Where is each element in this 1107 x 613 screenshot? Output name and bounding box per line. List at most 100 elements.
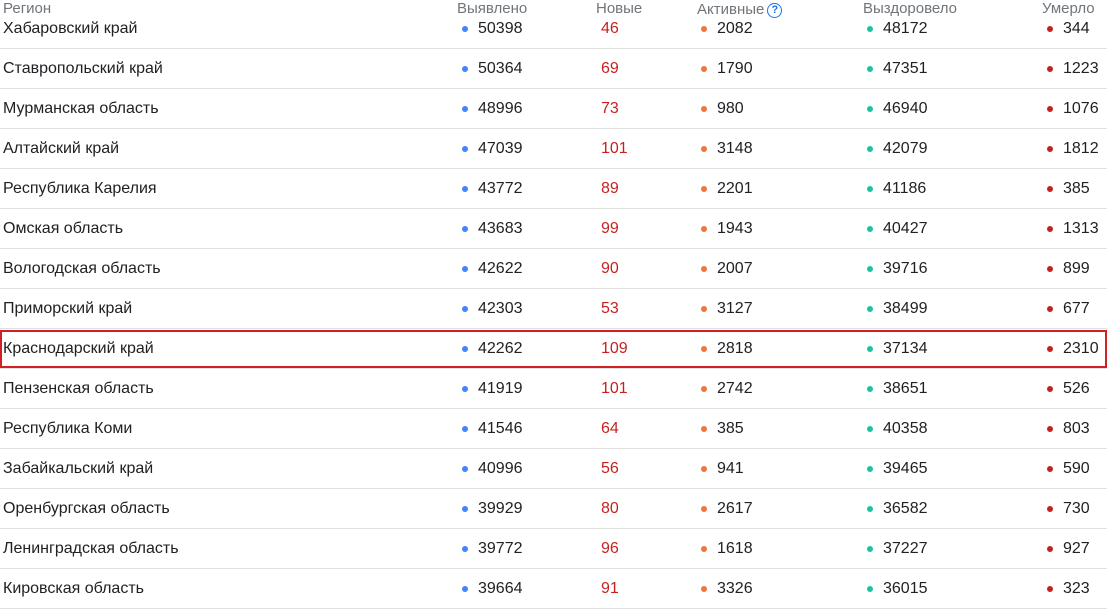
help-icon[interactable]: ? — [767, 2, 783, 18]
active-cell: 1618 — [697, 529, 862, 568]
died-cell: 1076 — [1042, 89, 1107, 128]
active-dot-icon — [701, 225, 707, 232]
detected-dot-icon — [462, 305, 468, 312]
table-row[interactable]: Кировская область 39664 91 3326 36015 323 — [0, 569, 1107, 609]
died-dot-icon — [1047, 185, 1053, 192]
recovered-value: 38651 — [883, 379, 928, 397]
new-cell: 101 — [596, 369, 697, 408]
recovered-dot-icon — [867, 545, 873, 552]
new-cell: 101 — [596, 129, 697, 168]
died-dot-icon — [1047, 585, 1053, 592]
region-name: Омская область — [3, 220, 124, 237]
recovered-dot-icon — [867, 65, 873, 72]
active-value: 3148 — [717, 139, 753, 157]
detected-value: 48996 — [478, 99, 523, 117]
recovered-value: 37227 — [883, 539, 928, 557]
column-header-died[interactable]: Умерло — [1042, 0, 1107, 20]
new-cell: 99 — [596, 209, 697, 248]
died-cell: 1223 — [1042, 49, 1107, 88]
new-cell: 91 — [596, 569, 697, 608]
recovered-dot-icon — [867, 345, 873, 352]
detected-dot-icon — [462, 385, 468, 392]
active-cell: 941 — [697, 449, 862, 488]
detected-cell: 39929 — [455, 489, 596, 528]
table-row[interactable]: Мурманская область 48996 73 980 46940 1076 — [0, 89, 1107, 129]
active-dot-icon — [701, 425, 707, 432]
table-row[interactable]: Приморский край 42303 53 3127 38499 677 — [0, 289, 1107, 329]
died-dot-icon — [1047, 385, 1053, 392]
active-dot-icon — [701, 185, 707, 192]
table-row[interactable]: Омская область 43683 99 1943 40427 1313 — [0, 209, 1107, 249]
died-dot-icon — [1047, 65, 1053, 72]
column-header-active[interactable]: Активные ? — [697, 0, 862, 20]
table-row[interactable]: Забайкальский край 40996 56 941 39465 590 — [0, 449, 1107, 489]
active-value: 2617 — [717, 499, 753, 517]
died-dot-icon — [1047, 545, 1053, 552]
region-name: Вологодская область — [3, 260, 161, 277]
active-cell: 2818 — [697, 329, 862, 368]
detected-value: 40996 — [478, 459, 523, 477]
recovered-dot-icon — [867, 105, 873, 112]
column-header-region[interactable]: Регион — [0, 0, 455, 20]
region-name: Ленинградская область — [3, 540, 179, 557]
region-name: Приморский край — [3, 300, 133, 317]
table-row[interactable]: Оренбургская область 39929 80 2617 36582 730 — [0, 489, 1107, 529]
detected-cell: 39664 — [455, 569, 596, 608]
new-cell: 90 — [596, 249, 697, 288]
new-value: 80 — [601, 500, 619, 517]
table-row[interactable]: Алтайский край 47039 101 3148 42079 1812 — [0, 129, 1107, 169]
active-cell: 3148 — [697, 129, 862, 168]
died-cell: 1313 — [1042, 209, 1107, 248]
table-row[interactable]: Ставропольский край 50364 69 1790 47351 1223 — [0, 49, 1107, 89]
detected-value: 50364 — [478, 59, 523, 77]
detected-dot-icon — [462, 545, 468, 552]
recovered-value: 42079 — [883, 139, 928, 157]
active-dot-icon — [701, 345, 707, 352]
active-dot-icon — [701, 305, 707, 312]
active-dot-icon — [701, 265, 707, 272]
recovered-cell: 39465 — [862, 449, 1042, 488]
active-value: 385 — [717, 419, 744, 437]
table-row[interactable]: Вологодская область 42622 90 2007 39716 899 — [0, 249, 1107, 289]
active-dot-icon — [701, 385, 707, 392]
column-header-detected[interactable]: Выявлено — [455, 0, 596, 20]
detected-cell: 48996 — [455, 89, 596, 128]
detected-cell: 42303 — [455, 289, 596, 328]
died-cell: 803 — [1042, 409, 1107, 448]
column-header-new[interactable]: Новые — [596, 0, 697, 20]
recovered-value: 48172 — [883, 19, 928, 37]
died-dot-icon — [1047, 105, 1053, 112]
column-header-recovered[interactable]: Выздоровело — [862, 0, 1042, 20]
detected-value: 42622 — [478, 259, 523, 277]
detected-cell: 41919 — [455, 369, 596, 408]
active-dot-icon — [701, 65, 707, 72]
region-name: Мурманская область — [3, 100, 159, 117]
died-dot-icon — [1047, 465, 1053, 472]
detected-dot-icon — [462, 265, 468, 272]
table-row-highlighted[interactable]: Краснодарский край 42262 109 2818 37134 2310 — [0, 329, 1107, 369]
recovered-value: 46940 — [883, 99, 928, 117]
new-value: 64 — [601, 420, 619, 437]
recovered-cell: 41186 — [862, 169, 1042, 208]
detected-value: 41546 — [478, 419, 523, 437]
active-cell: 2617 — [697, 489, 862, 528]
new-value: 73 — [601, 100, 619, 117]
died-cell: 1812 — [1042, 129, 1107, 168]
active-value: 2818 — [717, 339, 753, 357]
active-cell: 385 — [697, 409, 862, 448]
active-value: 980 — [717, 99, 744, 117]
table-row[interactable]: Пензенская область 41919 101 2742 38651 526 — [0, 369, 1107, 409]
died-value: 730 — [1063, 499, 1090, 517]
died-value: 927 — [1063, 539, 1090, 557]
died-cell: 526 — [1042, 369, 1107, 408]
active-dot-icon — [701, 465, 707, 472]
table-row[interactable]: Республика Коми 41546 64 385 40358 803 — [0, 409, 1107, 449]
new-cell: 56 — [596, 449, 697, 488]
table-row[interactable]: Ленинградская область 39772 96 1618 37227 927 — [0, 529, 1107, 569]
died-dot-icon — [1047, 345, 1053, 352]
died-cell: 323 — [1042, 569, 1107, 608]
detected-dot-icon — [462, 225, 468, 232]
table-row[interactable]: Республика Карелия 43772 89 2201 41186 385 — [0, 169, 1107, 209]
recovered-cell: 47351 — [862, 49, 1042, 88]
detected-dot-icon — [462, 105, 468, 112]
